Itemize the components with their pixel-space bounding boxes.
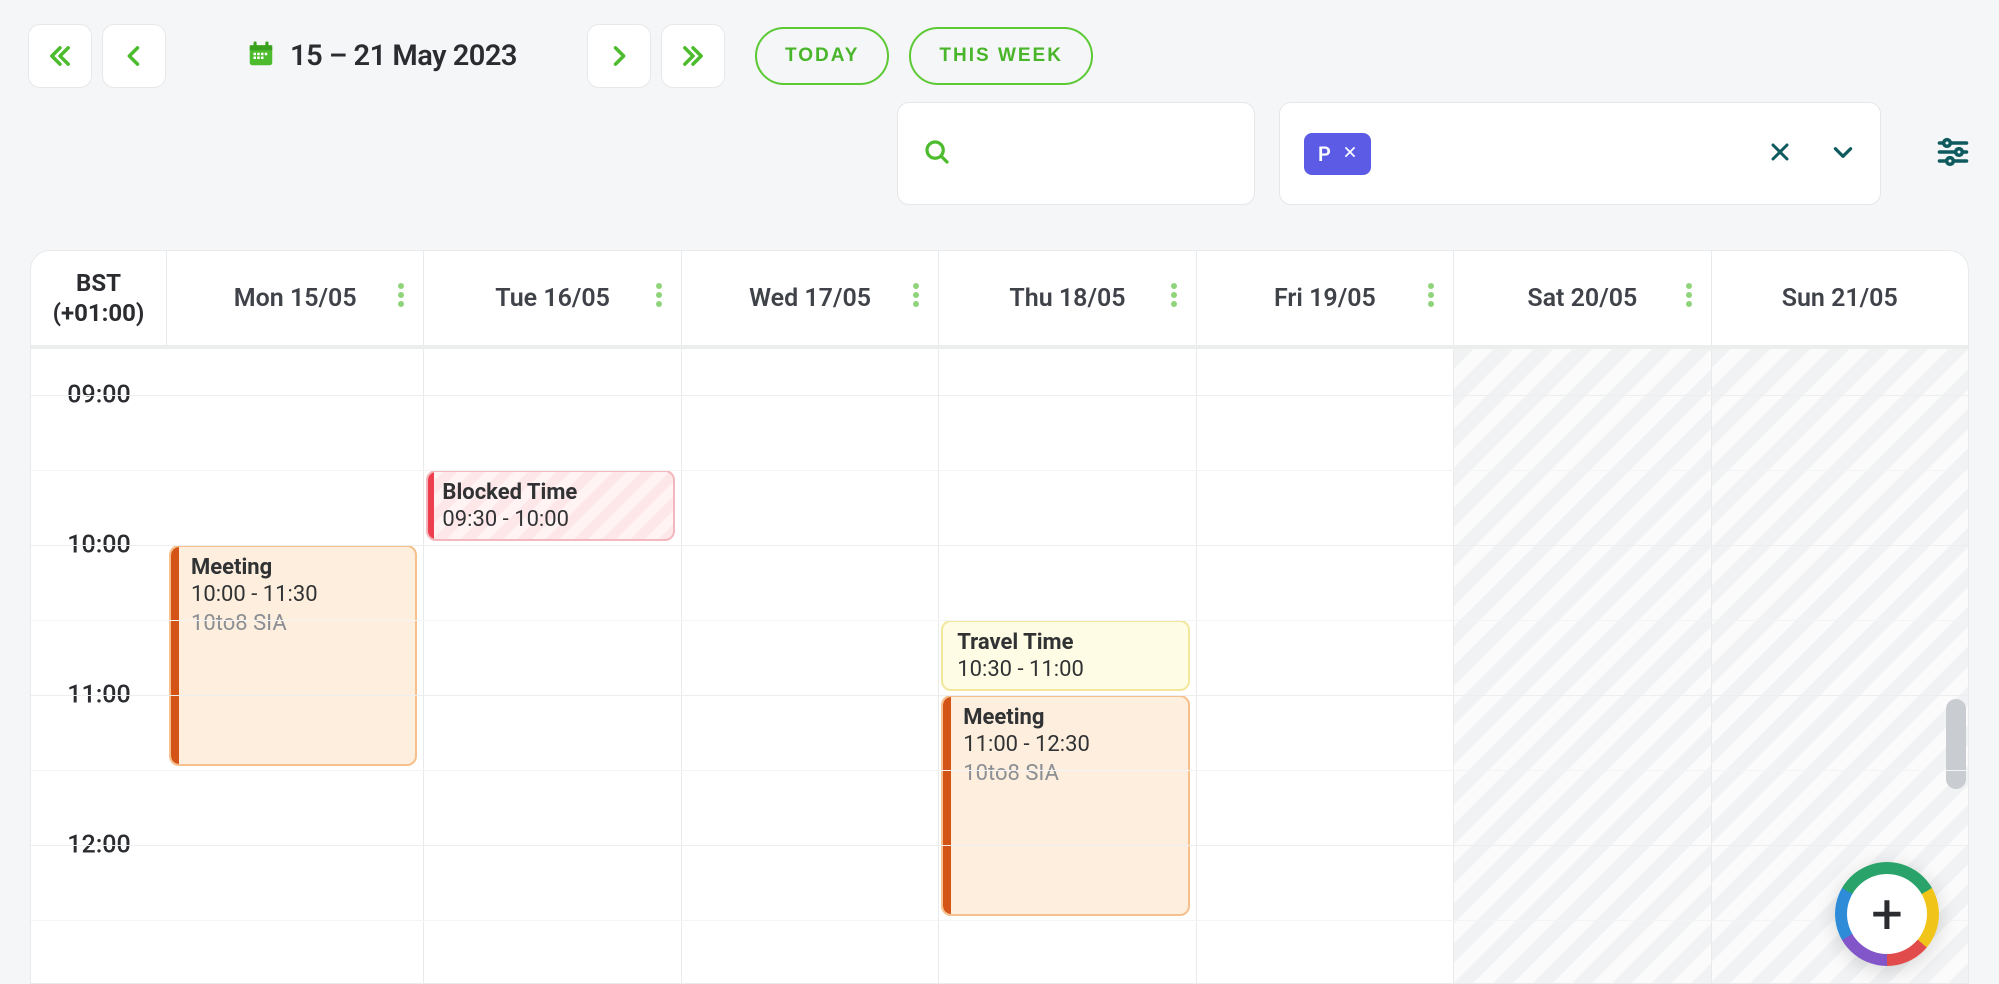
next-week-button[interactable] — [587, 24, 651, 88]
event-location: 10to8 SIA — [191, 611, 401, 636]
remove-chip-icon[interactable] — [1343, 144, 1357, 163]
grid-line — [31, 920, 1968, 921]
day-header-label: Mon 15/05 — [234, 284, 357, 313]
grid-line — [31, 770, 1968, 771]
grid-line — [31, 620, 1968, 621]
day-header: Mon 15/05 — [167, 251, 424, 345]
day-menu-icon[interactable] — [1427, 282, 1435, 315]
event-time: 09:30 - 10:00 — [442, 507, 658, 532]
day-header: Fri 19/05 — [1197, 251, 1454, 345]
day-header-label: Fri 19/05 — [1274, 284, 1376, 313]
event-time: 11:00 - 12:30 — [963, 732, 1173, 757]
grid-line — [31, 395, 1968, 396]
clear-filter-icon[interactable] — [1768, 140, 1792, 168]
expand-filter-icon[interactable] — [1830, 139, 1856, 169]
day-menu-icon[interactable] — [655, 282, 663, 315]
next-week-fast-button[interactable] — [661, 24, 725, 88]
settings-icon[interactable] — [1905, 134, 1971, 174]
filter-chip[interactable]: P — [1304, 133, 1371, 175]
day-header-label: Thu 18/05 — [1009, 284, 1125, 313]
day-menu-icon[interactable] — [1685, 282, 1693, 315]
day-column[interactable]: Meeting10:00 - 11:30 10to8 SIA — [167, 349, 424, 983]
day-menu-icon[interactable] — [397, 282, 405, 315]
event-title: Travel Time — [957, 630, 1173, 655]
search-icon — [922, 137, 952, 171]
search-input-container[interactable] — [897, 102, 1255, 205]
plus-icon: + — [1871, 886, 1903, 942]
grid-line — [31, 545, 1968, 546]
day-column[interactable] — [682, 349, 939, 983]
timezone-cell: BST (+01:00) — [31, 251, 167, 345]
day-column[interactable]: Travel Time10:30 - 11:00Meeting11:00 - 1… — [939, 349, 1196, 983]
calendar-event[interactable]: Travel Time10:30 - 11:00 — [941, 620, 1189, 691]
add-button[interactable]: + — [1835, 862, 1939, 966]
calendar-event[interactable]: Meeting10:00 - 11:30 10to8 SIA — [169, 545, 417, 766]
event-location: 10to8 SIA — [963, 761, 1173, 786]
day-header: Wed 17/05 — [682, 251, 939, 345]
filter-select[interactable]: P — [1279, 102, 1881, 205]
event-title: Meeting — [191, 555, 401, 580]
event-title: Blocked Time — [442, 480, 658, 505]
day-header-label: Sun 21/05 — [1782, 284, 1898, 313]
day-column[interactable] — [1454, 349, 1711, 983]
event-time: 10:30 - 11:00 — [957, 657, 1173, 682]
event-title: Meeting — [963, 705, 1173, 730]
this-week-button[interactable]: THIS WEEK — [909, 27, 1093, 85]
scrollbar-thumb[interactable] — [1946, 699, 1966, 789]
day-column[interactable]: Blocked Time09:30 - 10:00 — [424, 349, 681, 983]
day-header-label: Tue 16/05 — [495, 284, 610, 313]
today-button[interactable]: TODAY — [755, 27, 889, 85]
grid-line — [31, 845, 1968, 846]
event-time: 10:00 - 11:30 — [191, 582, 401, 607]
time-label: 13:00 — [31, 981, 167, 984]
date-range-label: 15 – 21 May 2023 — [290, 39, 517, 73]
calendar: BST (+01:00) Mon 15/05 Tue 16/05 Wed 17/05… — [30, 250, 1969, 984]
day-menu-icon[interactable] — [1170, 282, 1178, 315]
filter-chip-label: P — [1318, 142, 1331, 166]
prev-week-fast-button[interactable] — [28, 24, 92, 88]
day-header-label: Sat 20/05 — [1527, 284, 1637, 313]
day-header: Sat 20/05 — [1454, 251, 1711, 345]
grid-line — [31, 470, 1968, 471]
calendar-event[interactable]: Blocked Time09:30 - 10:00 — [426, 470, 674, 541]
day-header: Sun 21/05 — [1712, 251, 1968, 345]
day-menu-icon[interactable] — [912, 282, 920, 315]
calendar-icon — [246, 39, 276, 73]
day-header-label: Wed 17/05 — [749, 284, 871, 313]
day-header: Thu 18/05 — [939, 251, 1196, 345]
timezone-label: BST — [76, 268, 121, 298]
grid-line — [31, 695, 1968, 696]
prev-week-button[interactable] — [102, 24, 166, 88]
day-header: Tue 16/05 — [424, 251, 681, 345]
day-column[interactable] — [1197, 349, 1454, 983]
calendar-event[interactable]: Meeting11:00 - 12:30 10to8 SIA — [941, 695, 1189, 916]
timezone-offset: (+01:00) — [53, 298, 145, 328]
